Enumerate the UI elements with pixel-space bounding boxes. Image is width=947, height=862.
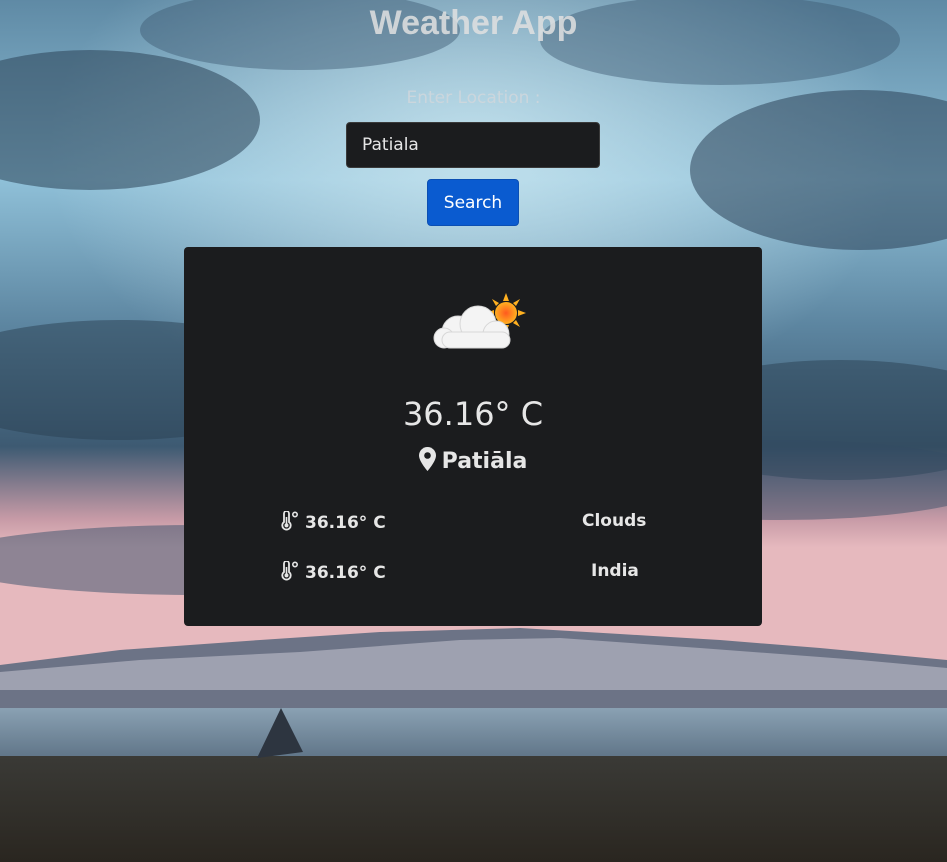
location-input[interactable] bbox=[346, 122, 600, 168]
detail-condition: Clouds bbox=[582, 511, 647, 531]
detail-temperature-1: 36.16° C bbox=[280, 511, 386, 533]
partly-cloudy-icon bbox=[433, 293, 526, 349]
detail-temperature-2: 36.16° C bbox=[280, 561, 386, 583]
city-name: Patiāla bbox=[441, 449, 528, 474]
location-label: Enter Location : bbox=[406, 88, 541, 108]
thermometer-icon bbox=[281, 511, 299, 531]
search-button[interactable]: Search bbox=[427, 179, 519, 226]
detail-country: India bbox=[591, 561, 639, 581]
app-title: Weather App bbox=[369, 4, 578, 42]
thermometer-icon bbox=[281, 561, 299, 581]
detail-temperature-1-value: 36.16° C bbox=[305, 513, 386, 533]
detail-temperature-2-value: 36.16° C bbox=[305, 563, 386, 583]
temperature-main: 36.16° C bbox=[402, 395, 544, 433]
weather-card: 36.16° C Patiāla 36.16° C Clouds 36.16° … bbox=[184, 247, 762, 626]
city-row: Patiāla bbox=[184, 447, 762, 474]
map-pin-icon bbox=[418, 447, 436, 471]
